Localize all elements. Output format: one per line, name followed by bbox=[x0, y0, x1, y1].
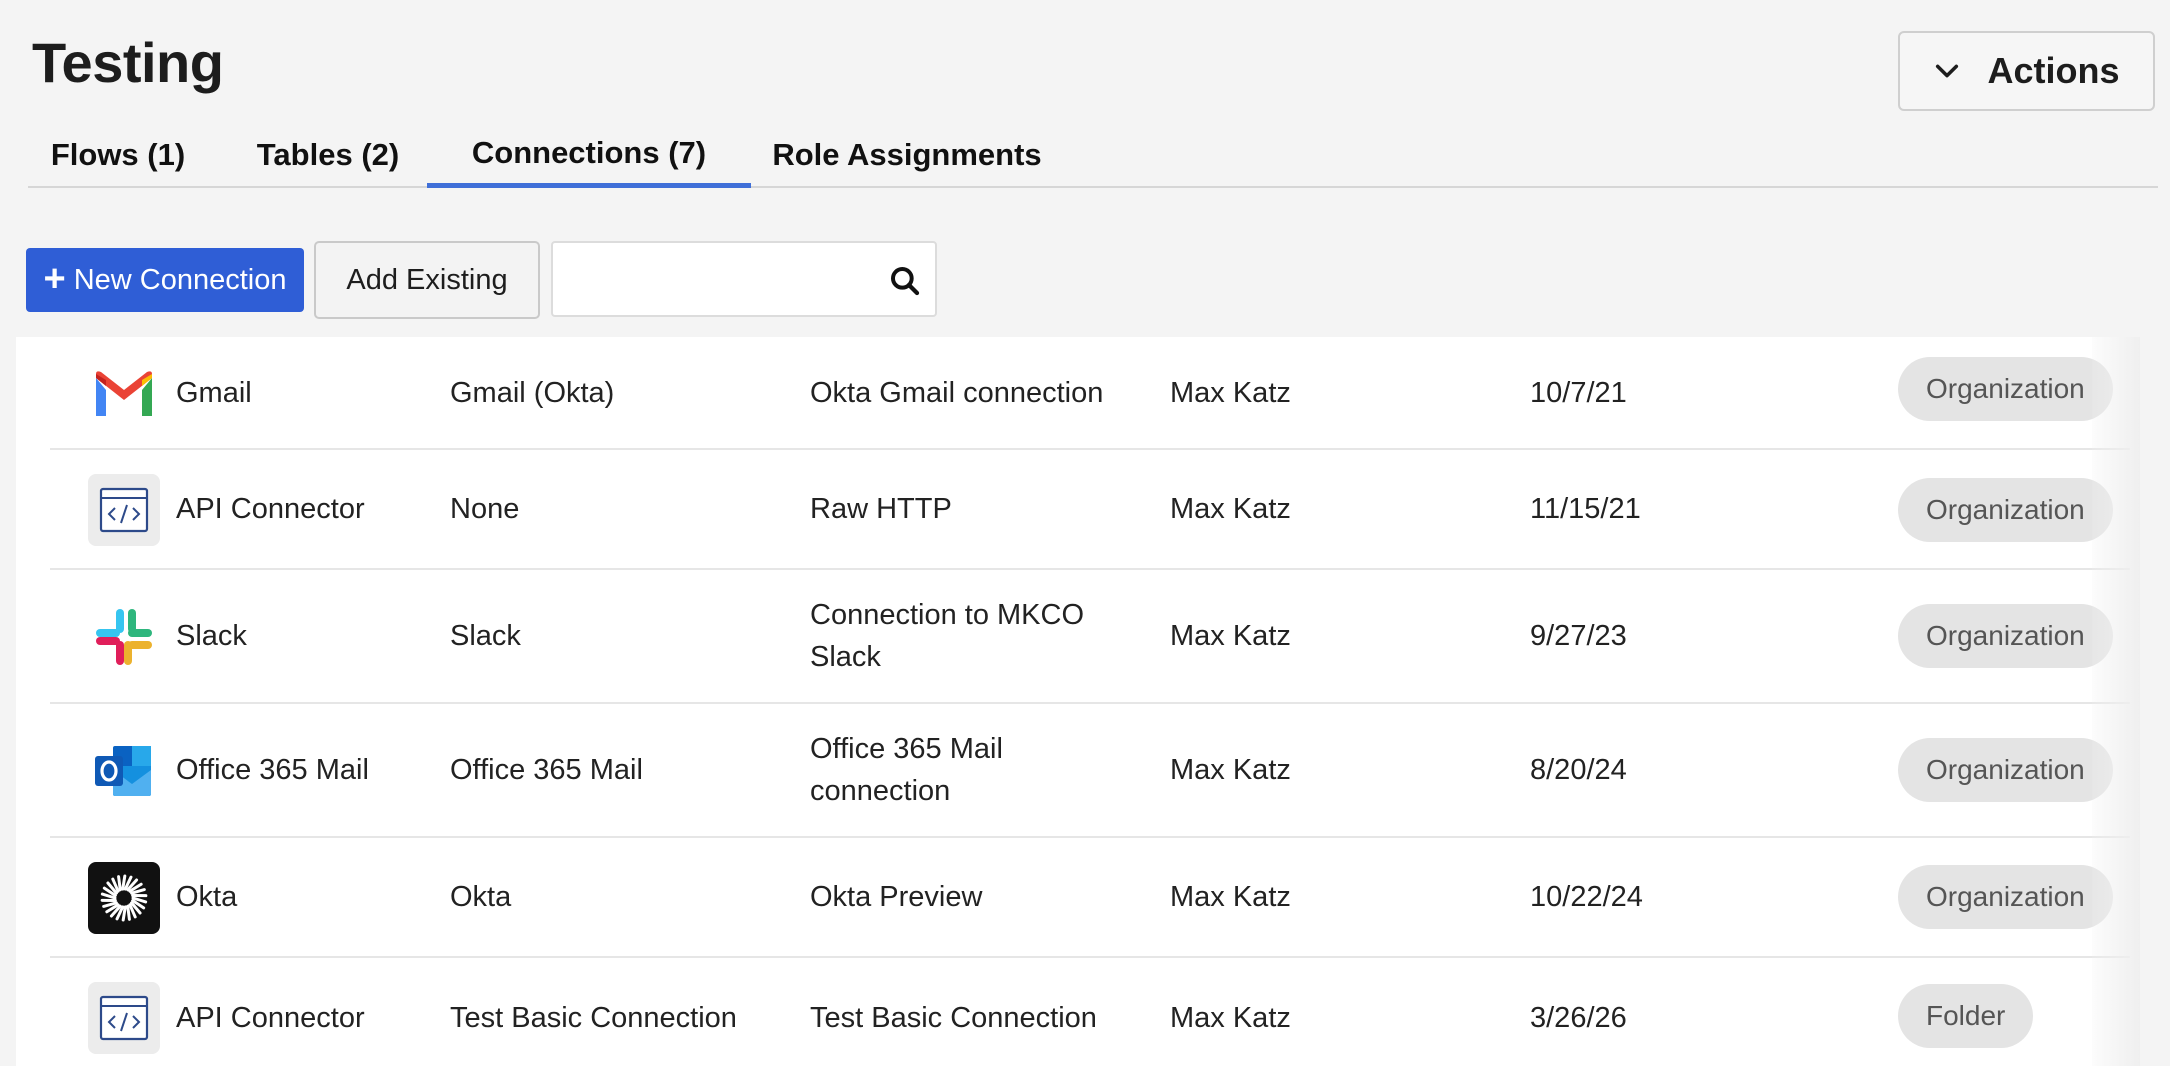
plus-icon: + bbox=[43, 257, 66, 300]
slack-icon bbox=[88, 601, 160, 673]
connection-description: Connection to MKCO Slack bbox=[810, 599, 1085, 673]
auth-type: Slack bbox=[450, 620, 521, 652]
owner: Max Katz bbox=[1170, 881, 1291, 913]
new-connection-label: New Connection bbox=[73, 263, 287, 296]
app-name: API Connector bbox=[176, 493, 365, 525]
app-name: Gmail bbox=[176, 376, 252, 409]
actions-button[interactable]: Actions bbox=[1898, 31, 2155, 111]
created-date: 3/26/26 bbox=[1530, 1002, 1627, 1034]
chevron-down-icon bbox=[1936, 64, 1959, 78]
scope-badge: Organization bbox=[1898, 738, 2113, 802]
auth-type: Test Basic Connection bbox=[450, 1002, 737, 1034]
search-box bbox=[551, 241, 937, 317]
table-row[interactable]: API Connector Test Basic Connection Test… bbox=[50, 958, 2130, 1066]
connection-description: Okta Preview bbox=[810, 881, 983, 913]
created-date: 10/22/24 bbox=[1530, 881, 1643, 913]
created-date: 11/15/21 bbox=[1530, 493, 1641, 525]
app-name: API Connector bbox=[176, 1002, 365, 1034]
auth-type: None bbox=[450, 493, 520, 525]
connection-description: Okta Gmail connection bbox=[810, 376, 1104, 409]
tab-role-assignments[interactable]: Role Assignments bbox=[757, 122, 1057, 188]
table-row[interactable]: Slack Slack Connection to MKCO Slack Max… bbox=[50, 570, 2130, 704]
tab-bar: Flows (1) Tables (2) Connections (7) Rol… bbox=[28, 122, 2158, 188]
created-date: 8/20/24 bbox=[1530, 754, 1627, 786]
app-name: Slack bbox=[176, 620, 247, 652]
auth-type: Gmail (Okta) bbox=[450, 376, 615, 409]
scope-badge: Organization bbox=[1898, 357, 2113, 421]
scope-badge: Folder bbox=[1898, 984, 2034, 1048]
created-date: 9/27/23 bbox=[1530, 620, 1627, 652]
owner: Max Katz bbox=[1170, 376, 1291, 409]
connection-description: Raw HTTP bbox=[810, 493, 952, 525]
scope-badge: Organization bbox=[1898, 604, 2113, 668]
actions-label: Actions bbox=[1987, 50, 2120, 91]
app-name: Office 365 Mail bbox=[176, 754, 369, 786]
connection-description: Office 365 Mail connection bbox=[810, 733, 1003, 807]
auth-type: Office 365 Mail bbox=[450, 754, 643, 786]
api-connector-icon bbox=[88, 474, 160, 546]
auth-type: Okta bbox=[450, 881, 512, 913]
table-row[interactable]: Office 365 Mail Office 365 Mail Office 3… bbox=[50, 704, 2130, 838]
add-existing-button[interactable]: Add Existing bbox=[314, 241, 540, 319]
tab-tables[interactable]: Tables (2) bbox=[244, 122, 412, 188]
owner: Max Katz bbox=[1170, 1002, 1291, 1034]
search-icon[interactable] bbox=[889, 265, 921, 297]
table-row[interactable]: Okta Okta Okta Preview Max Katz 10/22/24… bbox=[50, 838, 2130, 958]
created-date: 10/7/21 bbox=[1530, 376, 1627, 409]
tab-flows[interactable]: Flows (1) bbox=[42, 122, 194, 188]
scope-badge: Organization bbox=[1898, 865, 2113, 929]
connection-description: Test Basic Connection bbox=[810, 1002, 1097, 1034]
scroll-shadow bbox=[2092, 337, 2140, 1066]
new-connection-button[interactable]: + New Connection bbox=[26, 248, 304, 312]
table-row[interactable]: Gmail Gmail (Okta) Okta Gmail connection… bbox=[50, 337, 2130, 450]
connections-table: Gmail Gmail (Okta) Okta Gmail connection… bbox=[16, 337, 2140, 1066]
api-connector-icon bbox=[88, 982, 160, 1054]
outlook-icon bbox=[88, 735, 160, 807]
search-input[interactable] bbox=[553, 243, 873, 315]
table-row[interactable]: API Connector None Raw HTTP Max Katz 11/… bbox=[50, 450, 2130, 570]
okta-icon bbox=[88, 862, 160, 934]
owner: Max Katz bbox=[1170, 620, 1291, 652]
scope-badge: Organization bbox=[1898, 478, 2113, 542]
tab-connections[interactable]: Connections (7) bbox=[427, 122, 751, 188]
owner: Max Katz bbox=[1170, 754, 1291, 786]
app-name: Okta bbox=[176, 881, 238, 913]
page-title: Testing bbox=[32, 31, 224, 94]
gmail-icon bbox=[88, 359, 160, 431]
owner: Max Katz bbox=[1170, 493, 1291, 525]
